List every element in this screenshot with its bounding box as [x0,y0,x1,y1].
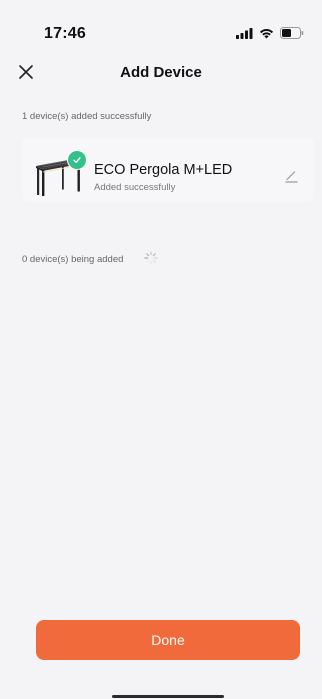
status-time: 17:46 [44,25,86,42]
signal-icon [236,27,253,39]
device-card[interactable]: ECO Pergola M+LED Added successfully [22,138,314,202]
status-icons [236,27,304,39]
check-icon [67,150,87,170]
status-bar: 17:46 [0,0,322,52]
wifi-icon [259,28,274,39]
add-device-screen: 17:46 Add Device 1 device(s) added succe… [0,0,322,699]
nav-bar: Add Device [0,52,322,92]
page-title: Add Device [120,64,202,81]
home-indicator [112,695,224,698]
edit-device-button[interactable] [283,168,299,184]
done-button[interactable]: Done [36,620,300,660]
added-section-label: 1 device(s) added successfully [22,111,152,122]
loading-spinner-icon [144,251,158,265]
adding-section-label: 0 device(s) being added [22,254,124,265]
device-status: Added successfully [94,182,176,193]
device-name: ECO Pergola M+LED [94,162,233,178]
battery-icon [280,27,304,39]
edit-pencil-icon [284,169,298,183]
